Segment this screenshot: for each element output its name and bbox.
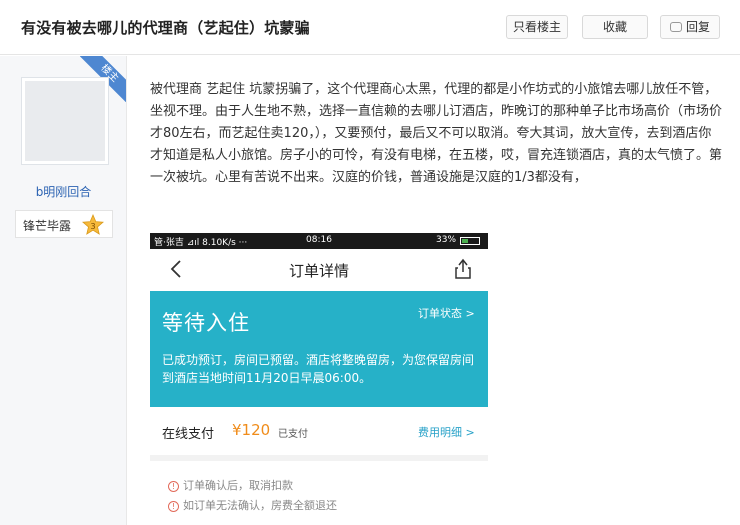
payment-status: 已支付 [278, 429, 308, 440]
status-bar-left: 管·张吉 ⊿ıl 8.10K/s ··· [154, 238, 248, 248]
order-detail-title: 订单详情 [288, 262, 349, 280]
post-content: 被代理商 艺起住 坑蒙拐骗了，这个代理商心太黑，代理的都是小作坊式的小旅馆去哪儿… [150, 82, 723, 185]
thread-header: 有没有被去哪儿的代理商（艺起住）坑蒙骗 只看楼主 收藏 回复 [0, 0, 740, 55]
section-divider [150, 455, 488, 461]
order-status: 等待入住 [162, 311, 250, 335]
reply-button-label: 回复 [685, 20, 710, 34]
phone-status-bar: 管·张吉 ⊿ıl 8.10K/s ··· 08:16 33% [150, 233, 488, 249]
order-status-card: 等待入住 订单状态 > 已成功预订，房间已预留。酒店将整晚留房，为您保留房间到酒… [150, 291, 488, 407]
embedded-order-screenshot: 管·张吉 ⊿ıl 8.10K/s ··· 08:16 33% 订单详情 等待入住… [150, 233, 488, 525]
level-name: 锋芒毕露 [23, 219, 72, 233]
share-icon [455, 258, 471, 279]
order-status-link: 订单状态 > [418, 307, 475, 320]
refund-policy-text: 如订单无法确认，房费全额退还 [183, 499, 337, 512]
author-panel: 楼主 b明刚回合 锋芒毕露 3 [0, 56, 127, 525]
reply-button[interactable]: 回复 [660, 15, 720, 39]
status-bar-battery-level: 33% [436, 235, 457, 245]
refund-policy-note: ! 如订单无法确认，房费全额退还 [168, 497, 337, 513]
level-star-icon: 3 [82, 214, 104, 235]
payment-row: 在线支付 ¥120 已支付 费用明细 > [150, 419, 488, 445]
payment-label: 在线支付 [162, 427, 215, 442]
avatar[interactable] [21, 77, 109, 165]
cancel-policy-text: 订单确认后，取消扣款 [183, 479, 293, 492]
level-number: 3 [90, 222, 95, 231]
payment-amount: ¥120 [232, 421, 271, 439]
only-author-button[interactable]: 只看楼主 [506, 15, 568, 39]
info-icon: ! [168, 481, 179, 492]
phone-nav-bar: 订单详情 [150, 249, 488, 291]
reply-icon [669, 22, 682, 32]
user-level-badge[interactable]: 锋芒毕露 3 [15, 210, 113, 238]
status-bar-time: 08:16 [306, 235, 332, 245]
info-icon: ! [168, 501, 179, 512]
avatar-placeholder [25, 81, 105, 161]
favorite-button[interactable]: 收藏 [582, 15, 648, 39]
fee-detail-link: 费用明细 > [418, 426, 475, 439]
battery-icon [460, 237, 480, 245]
order-description: 已成功预订，房间已预留。酒店将整晚留房，为您保留房间到酒店当地时间11月20日早… [162, 353, 475, 385]
author-username[interactable]: b明刚回合 [0, 183, 127, 200]
thread-title: 有没有被去哪儿的代理商（艺起住）坑蒙骗 [21, 19, 310, 37]
cancel-policy-note: ! 订单确认后，取消扣款 [168, 477, 293, 493]
